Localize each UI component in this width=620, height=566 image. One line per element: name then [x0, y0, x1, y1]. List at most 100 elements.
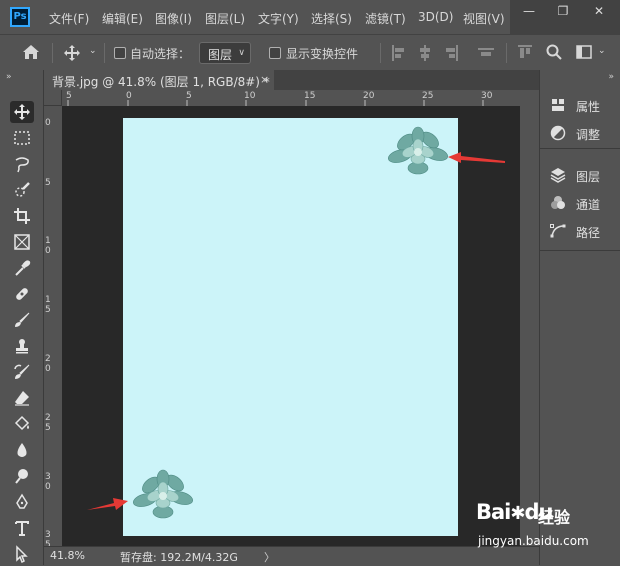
chevron-down-icon[interactable]: ⌄: [598, 46, 606, 56]
horizontal-ruler[interactable]: 5 0 5 10 15 20 25 30: [62, 90, 520, 107]
brush-tool-icon[interactable]: [10, 309, 34, 331]
ruler-label: 3 0: [45, 472, 51, 492]
type-tool-icon[interactable]: [10, 517, 34, 539]
document-tab-title: 背景.jpg @ 41.8% (图层 1, RGB/8#) *: [52, 75, 270, 89]
show-transform-label: 显示变换控件: [286, 47, 359, 61]
eyedropper-tool-icon[interactable]: [10, 257, 34, 279]
scratch-disk-info: 暂存盘: 192.2M/4.32G: [120, 551, 238, 564]
align-center-icon[interactable]: [418, 45, 432, 64]
align-right-icon[interactable]: [444, 45, 458, 64]
ruler-label: 1 0: [45, 236, 51, 256]
distribute-icon[interactable]: [478, 45, 494, 64]
panel-group-properties: 属性 调整: [540, 84, 620, 149]
panel-label: 路径: [576, 226, 601, 240]
restore-button[interactable]: ❐: [550, 4, 576, 22]
panel-label: 通道: [576, 198, 601, 212]
dodge-tool-icon[interactable]: [10, 465, 34, 487]
photoshop-logo[interactable]: Ps: [10, 7, 30, 27]
menu-image[interactable]: 图像(I): [155, 10, 192, 27]
marquee-tool-icon[interactable]: [10, 127, 34, 149]
paths-icon: [550, 224, 566, 238]
align-left-icon[interactable]: [392, 45, 406, 64]
options-bar: ⌄ 自动选择： 图层 ∨ 显示变换控件 ⌄: [0, 34, 620, 72]
ruler-label: 2 0: [45, 354, 51, 374]
auto-select-checkbox[interactable]: [114, 47, 126, 59]
menu-file[interactable]: 文件(F): [49, 10, 89, 27]
pen-tool-icon[interactable]: [10, 491, 34, 513]
panel-label: 图层: [576, 170, 601, 184]
frame-tool-icon[interactable]: [10, 231, 34, 253]
ruler-label: 15: [304, 91, 316, 101]
ruler-label: 0: [45, 118, 51, 128]
adjustments-icon: [550, 125, 566, 141]
right-panel-dock: » 属性 调整 图层 通道 路径: [539, 70, 620, 565]
menubar: Ps 文件(F) 编辑(E) 图像(I) 图层(L) 文字(Y) 选择(S) 滤…: [0, 0, 620, 34]
path-select-tool-icon[interactable]: [10, 543, 34, 565]
move-tool-icon[interactable]: [10, 101, 34, 123]
panel-group-layers: 图层 通道 路径: [540, 150, 620, 251]
ruler-label: 5: [186, 91, 192, 101]
succulent-image: [388, 126, 448, 175]
move-tool-preset-icon[interactable]: [63, 44, 81, 65]
chevron-down-icon[interactable]: ⌄: [89, 46, 97, 56]
minimize-button[interactable]: —: [516, 4, 542, 22]
home-icon[interactable]: [22, 44, 40, 63]
quick-select-tool-icon[interactable]: [10, 179, 34, 201]
eraser-tool-icon[interactable]: [10, 387, 34, 409]
menu-edit[interactable]: 编辑(E): [102, 10, 143, 27]
zoom-level[interactable]: 41.8%: [50, 549, 85, 562]
show-transform-checkbox[interactable]: [269, 47, 281, 59]
align-top-icon[interactable]: [518, 45, 532, 64]
document-canvas[interactable]: [123, 118, 458, 536]
workspace-icon[interactable]: [576, 45, 592, 62]
menu-3d[interactable]: 3D(D): [418, 10, 453, 24]
blur-tool-icon[interactable]: [10, 439, 34, 461]
ruler-label: 1 5: [45, 295, 51, 315]
chevron-down-icon: ∨: [238, 48, 245, 58]
vertical-ruler[interactable]: 0 5 1 0 1 5 2 0 2 5 3 0 3 5: [44, 106, 63, 546]
ruler-label: 30: [481, 91, 493, 101]
ruler-label: 5: [66, 91, 72, 101]
collapse-toolbar-icon[interactable]: »: [6, 72, 12, 82]
dropdown-value: 图层: [208, 48, 233, 62]
properties-icon: [552, 99, 564, 111]
menu-filter[interactable]: 滤镜(T): [365, 10, 406, 27]
menu-layer[interactable]: 图层(L): [205, 10, 245, 27]
ruler-origin[interactable]: [44, 90, 62, 106]
annotation-arrow-icon: [448, 152, 505, 163]
healing-tool-icon[interactable]: [10, 283, 34, 305]
auto-select-label: 自动选择：: [130, 47, 191, 61]
ruler-label: 3 5: [45, 530, 51, 546]
panel-label: 调整: [576, 128, 601, 142]
tab-document[interactable]: 背景.jpg @ 41.8% (图层 1, RGB/8#) * ×: [44, 70, 274, 90]
menu-select[interactable]: 选择(S): [311, 10, 352, 27]
status-bar: 41.8% 暂存盘: 192.2M/4.32G 〉: [44, 546, 539, 566]
search-icon[interactable]: [546, 44, 562, 63]
panel-label: 属性: [576, 100, 601, 114]
menu-type[interactable]: 文字(Y): [258, 10, 299, 27]
watermark-url: jingyan.baidu.com: [478, 534, 589, 548]
lasso-tool-icon[interactable]: [10, 153, 34, 175]
auto-select-target-dropdown[interactable]: 图层 ∨: [199, 42, 251, 64]
collapse-panels-icon[interactable]: »: [608, 72, 614, 82]
succulent-image: [133, 469, 193, 519]
ruler-label: 0: [126, 91, 132, 101]
annotation-arrow-icon: [87, 498, 128, 510]
history-brush-tool-icon[interactable]: [10, 361, 34, 383]
baidu-paw-icon: ✱: [510, 503, 525, 524]
ruler-label: 20: [363, 91, 375, 101]
stamp-tool-icon[interactable]: [10, 335, 34, 357]
watermark-sub: 经验: [538, 508, 571, 527]
ruler-label: 10: [244, 91, 256, 101]
ruler-label: 5: [45, 178, 51, 188]
crop-tool-icon[interactable]: [10, 205, 34, 227]
menu-view[interactable]: 视图(V): [463, 10, 505, 27]
window-controls: — ❐ ✕: [510, 0, 620, 34]
channels-icon: [551, 196, 565, 209]
ruler-label: 2 5: [45, 413, 51, 433]
close-button[interactable]: ✕: [586, 4, 612, 22]
layers-icon: [550, 168, 566, 183]
close-tab-icon[interactable]: ×: [260, 73, 269, 86]
fill-tool-icon[interactable]: [10, 413, 34, 435]
status-menu-icon[interactable]: 〉: [264, 549, 275, 565]
